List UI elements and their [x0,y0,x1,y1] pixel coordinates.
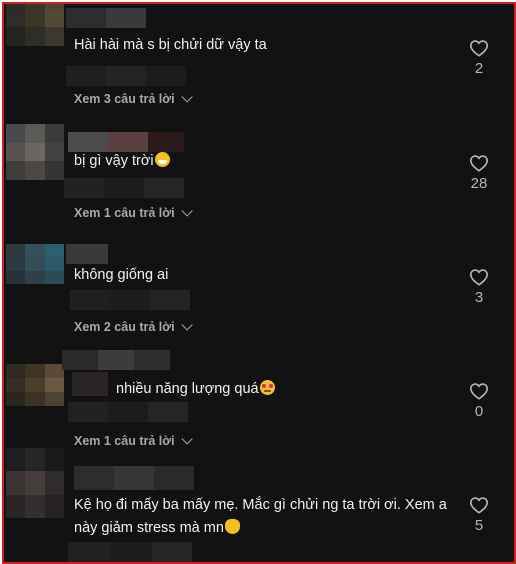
view-replies-button[interactable]: Xem 3 câu trả lời [74,91,193,106]
avatar[interactable] [6,4,64,46]
username-blurred[interactable] [62,350,170,370]
comment-text: Kệ họ đi mấy ba mấy mẹ. Mắc gì chửi ng t… [74,494,449,540]
waving-hand-emoji [224,519,240,534]
comment-text: Hài hài mà s bị chửi dữ vậy ta [74,34,454,57]
comment-list: Hài hài mà s bị chửi dữ vậy ta Xem 3 câu… [2,2,516,564]
grinning-sweat-emoji [154,152,170,167]
chevron-down-icon [181,205,193,217]
heart-outline-icon [469,155,489,172]
comment-text-content: Kệ họ đi mấy ba mấy mẹ. Mắc gì chửi ng t… [74,497,447,536]
comment-text-content: Hài hài mà s bị chửi dữ vậy ta [74,37,267,53]
comment-text: không giống ai [74,264,454,287]
comment-item: Hài hài mà s bị chửi dữ vậy ta Xem 3 câu… [4,4,514,118]
comment-text-content: không giống ai [74,267,169,283]
comment-item: nhiều năng lượng quá Xem 1 câu trả lời 0 [4,346,514,460]
like-count: 2 [474,60,484,77]
avatar[interactable] [6,244,64,284]
like-button[interactable]: 0 [464,382,494,420]
username-blurred[interactable] [74,466,194,490]
avatar[interactable] [6,124,64,180]
username-blurred[interactable] [66,244,108,264]
chevron-down-icon [181,91,193,103]
username-blurred[interactable] [68,132,184,152]
smiling-hearts-emoji [259,380,275,395]
comment-item: không giống ai Xem 2 câu trả lời 3 [4,232,514,346]
comment-text-content: bị gì vậy trời [74,153,154,169]
view-replies-label: Xem 3 câu trả lời [74,92,175,106]
like-button[interactable]: 2 [464,39,494,77]
chevron-down-icon [181,433,193,445]
comment-text-content: nhiều năng lượng quá [116,381,259,397]
like-count: 0 [474,403,484,420]
heart-outline-icon [469,383,489,400]
like-button[interactable]: 28 [464,154,494,192]
like-button[interactable]: 3 [464,268,494,306]
heart-outline-icon [469,40,489,57]
like-count: 28 [470,175,488,192]
comment-item: bị gì vậy trời Xem 1 câu trả lời 28 [4,118,514,232]
comment-text: nhiều năng lượng quá [116,378,496,401]
view-replies-button[interactable]: Xem 2 câu trả lời [74,319,193,334]
comment-item: Kệ họ đi mấy ba mấy mẹ. Mắc gì chửi ng t… [4,448,514,562]
view-replies-label: Xem 2 câu trả lời [74,320,175,334]
author-badge-blurred [72,372,108,396]
comment-meta-blurred [70,290,190,310]
like-button[interactable]: 5 [464,496,494,534]
view-replies-label: Xem 1 câu trả lời [74,434,175,448]
view-replies-button[interactable]: Xem 1 câu trả lời [74,205,193,220]
heart-outline-icon [469,497,489,514]
view-replies-button[interactable]: Xem 1 câu trả lời [74,433,193,448]
comment-meta-blurred [64,178,184,198]
comment-meta-blurred [68,542,192,562]
avatar[interactable] [6,364,64,406]
comment-meta-blurred [68,402,188,422]
heart-outline-icon [469,269,489,286]
comment-text: bị gì vậy trời [74,150,454,173]
view-replies-label: Xem 1 câu trả lời [74,206,175,220]
comment-meta-blurred [66,66,186,86]
like-count: 5 [474,517,484,534]
like-count: 3 [474,289,484,306]
chevron-down-icon [181,319,193,331]
username-blurred[interactable] [66,8,146,28]
avatar[interactable] [6,448,64,518]
